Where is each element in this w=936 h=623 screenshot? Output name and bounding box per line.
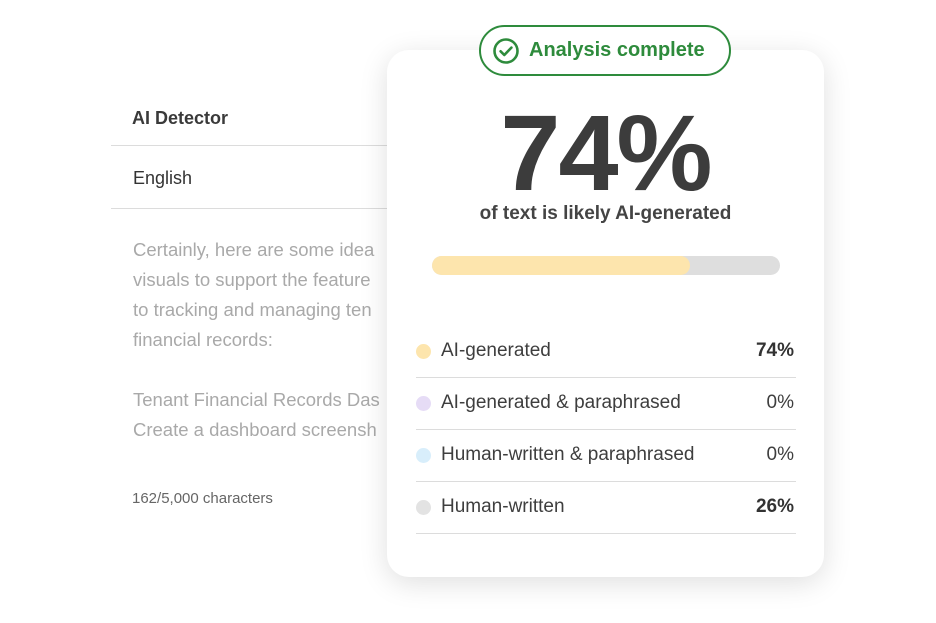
badge-label: Analysis complete: [529, 39, 705, 61]
breakdown-row-human-written: Human-written 26%: [416, 482, 796, 534]
divider: [111, 208, 401, 209]
legend-dot: [416, 448, 431, 463]
legend-dot: [416, 396, 431, 411]
breakdown-row-ai-generated: AI-generated 74%: [416, 326, 796, 378]
check-circle-icon: [493, 37, 519, 64]
breakdown-value: 0%: [766, 444, 794, 465]
text-input-area[interactable]: Certainly, here are some idea visuals to…: [133, 235, 387, 445]
text-line: financial records:: [133, 329, 273, 350]
breakdown-label: Human-written: [441, 496, 565, 517]
tool-title: AI Detector: [132, 108, 229, 128]
legend-dot: [416, 344, 431, 359]
breakdown-list: AI-generated 74% AI-generated & paraphra…: [416, 326, 796, 534]
text-line: visuals to support the feature: [133, 269, 371, 290]
analysis-status-badge: Analysis complete: [479, 25, 731, 76]
character-count: 162/5,000 characters: [132, 490, 273, 507]
breakdown-row-ai-paraphrased: AI-generated & paraphrased 0%: [416, 378, 796, 430]
score-subtitle: of text is likely AI-generated: [479, 203, 732, 224]
text-line: [133, 355, 387, 385]
breakdown-label: AI-generated & paraphrased: [441, 392, 681, 413]
text-line: Create a dashboard screensh: [133, 419, 377, 440]
divider: [111, 145, 401, 146]
breakdown-label: Human-written & paraphrased: [441, 444, 695, 465]
text-line: to tracking and managing ten: [133, 299, 372, 320]
breakdown-value: 26%: [755, 496, 794, 517]
breakdown-label: AI-generated: [441, 340, 551, 361]
breakdown-row-human-paraphrased: Human-written & paraphrased 0%: [416, 430, 796, 482]
score-progress-bar: [432, 256, 780, 275]
text-line: Tenant Financial Records Das: [133, 389, 380, 410]
legend-dot: [416, 500, 431, 515]
breakdown-value: 74%: [755, 340, 794, 361]
breakdown-value: 0%: [766, 392, 794, 413]
ai-score-percent: 74%: [500, 92, 712, 213]
text-line: Certainly, here are some idea: [133, 239, 375, 260]
score-progress-fill: [432, 256, 690, 275]
language-selector[interactable]: English: [133, 168, 192, 189]
